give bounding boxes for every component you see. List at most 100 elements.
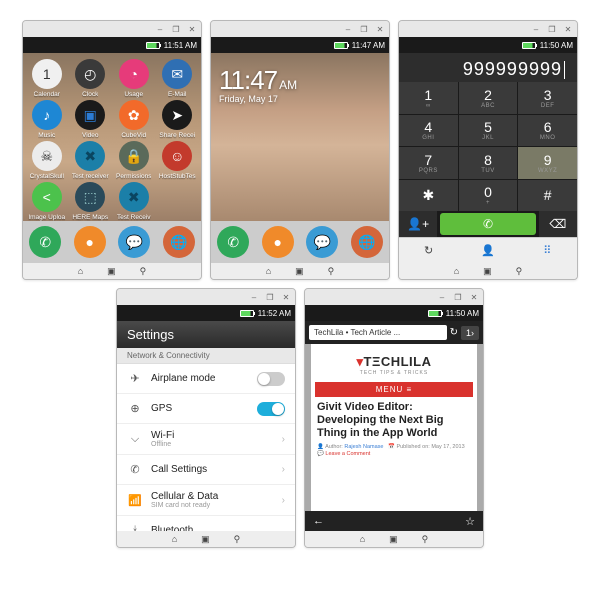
window-close-icon[interactable]: ✕ [375, 24, 385, 34]
reload-icon[interactable]: ↻ [450, 327, 458, 338]
lock-ampm: AM [279, 78, 297, 92]
dock-app[interactable]: 🌐 [351, 226, 383, 258]
dock-app[interactable]: 💬 [118, 226, 150, 258]
app-test-receiv[interactable]: ✖Test Receiv [112, 182, 156, 221]
app-e-mail[interactable]: ✉E-Mail [156, 59, 200, 98]
app-video[interactable]: ▣Video [69, 100, 113, 139]
app-image-uploa[interactable]: <Image Uploa [25, 182, 69, 221]
settings-row-call[interactable]: ✆ Call Settings › [117, 455, 295, 485]
app-icon: ◔ [119, 59, 149, 89]
app-label: Permissions [116, 173, 151, 180]
app-crystalskull[interactable]: ☠CrystalSkull [25, 141, 69, 180]
app-icon: ✖ [119, 182, 149, 212]
tab-recent[interactable]: ↻ [399, 237, 458, 263]
browser-back-button[interactable]: ← [313, 515, 324, 527]
app-test-receiver[interactable]: ✖Test receiver [69, 141, 113, 180]
url-bar[interactable]: TechLila • Tech Article ... [309, 325, 447, 340]
lockscreen-wallpaper[interactable]: 11:47AM Friday, May 17 [211, 53, 389, 221]
nav-pin-icon[interactable]: ⚲ [516, 266, 523, 277]
nav-pin-icon[interactable]: ⚲ [234, 534, 241, 545]
app-calendar[interactable]: 1Calendar [25, 59, 69, 98]
nav-back-icon[interactable]: ▣ [389, 534, 398, 545]
key-0[interactable]: 0+ [459, 180, 518, 212]
dock-app[interactable]: ● [262, 226, 294, 258]
tab-contacts[interactable]: 👤 [458, 237, 517, 263]
settings-row-cellular[interactable]: 📶 Cellular & DataSIM card not ready › [117, 485, 295, 516]
dock-app[interactable]: 💬 [306, 226, 338, 258]
nav-pin-icon[interactable]: ⚲ [328, 266, 335, 277]
nav-back-icon[interactable]: ▣ [483, 266, 492, 277]
settings-row-wifi[interactable]: ⌵ Wi-FiOffline › [117, 424, 295, 455]
nav-back-icon[interactable]: ▣ [201, 534, 210, 545]
bookmark-star-button[interactable]: ☆ [465, 515, 475, 528]
web-page[interactable]: ▾TΞCHLILA TECH TIPS & TRICKS MENU ≡ Givi… [305, 344, 483, 511]
delete-digit-button[interactable]: ⌫ [539, 211, 577, 237]
window-min-icon[interactable]: – [249, 292, 259, 302]
nav-pin-icon[interactable]: ⚲ [140, 266, 147, 277]
tab-keypad[interactable]: ⠿ [518, 237, 577, 263]
dock-app[interactable]: ✆ [29, 226, 61, 258]
nav-back-icon[interactable]: ▣ [295, 266, 304, 277]
window-min-icon[interactable]: – [155, 24, 165, 34]
nav-home-icon[interactable]: ⌂ [360, 534, 365, 544]
app-icon: 1 [32, 59, 62, 89]
app-icon: 🔒 [119, 141, 149, 171]
app-cubevid[interactable]: ✿CubeVid [112, 100, 156, 139]
window-max-icon[interactable]: ❐ [547, 24, 557, 34]
app-icon: < [32, 182, 62, 212]
key-#[interactable]: # [518, 180, 577, 212]
settings-row-gps[interactable]: ⊕ GPS [117, 394, 295, 424]
wifi-icon: ⌵ [127, 433, 143, 446]
window-close-icon[interactable]: ✕ [563, 24, 573, 34]
call-button[interactable]: ✆ [440, 213, 536, 235]
app-icon: ✉ [162, 59, 192, 89]
window-close-icon[interactable]: ✕ [187, 24, 197, 34]
key-8[interactable]: 8TUV [459, 147, 518, 179]
app-permissions[interactable]: 🔒 Permissions [112, 141, 156, 180]
nav-home-icon[interactable]: ⌂ [172, 534, 177, 544]
phone-browser: – ❐ ✕ 11:50 AM TechLila • Tech Article .… [304, 288, 484, 548]
nav-home-icon[interactable]: ⌂ [266, 266, 271, 276]
key-1[interactable]: 1∞ [399, 82, 458, 114]
dock-app[interactable]: ✆ [217, 226, 249, 258]
app-hoststubtes[interactable]: ☺HostStubTes [156, 141, 200, 180]
key-4[interactable]: 4GHI [399, 115, 458, 147]
window-max-icon[interactable]: ❐ [265, 292, 275, 302]
key-2[interactable]: 2ABC [459, 82, 518, 114]
app-usage[interactable]: ◔Usage [112, 59, 156, 98]
nav-back-icon[interactable]: ▣ [107, 266, 116, 277]
window-min-icon[interactable]: – [437, 292, 447, 302]
app-here-maps[interactable]: ⬚HERE Maps [69, 182, 113, 221]
app-label: Music [38, 132, 55, 139]
window-min-icon[interactable]: – [343, 24, 353, 34]
app-music[interactable]: ♪Music [25, 100, 69, 139]
nav-home-icon[interactable]: ⌂ [454, 266, 459, 276]
site-menu-button[interactable]: MENU ≡ [315, 382, 473, 397]
settings-row-bluetooth[interactable]: ᚼ Bluetooth [117, 516, 295, 531]
key-✱[interactable]: ✱ [399, 180, 458, 212]
key-6[interactable]: 6MNO [518, 115, 577, 147]
key-3[interactable]: 3DEF [518, 82, 577, 114]
signal-icon: 📶 [127, 494, 143, 507]
settings-row-airplane[interactable]: ✈ Airplane mode [117, 364, 295, 394]
key-9[interactable]: 9WXYZ [518, 147, 577, 179]
window-max-icon[interactable]: ❐ [359, 24, 369, 34]
window-max-icon[interactable]: ❐ [453, 292, 463, 302]
key-5[interactable]: 5JKL [459, 115, 518, 147]
add-contact-button[interactable]: 👤+ [399, 211, 437, 237]
app-share-recei[interactable]: ➤Share Recei [156, 100, 200, 139]
nav-home-icon[interactable]: ⌂ [78, 266, 83, 276]
nav-pin-icon[interactable]: ⚲ [422, 534, 429, 545]
window-min-icon[interactable]: – [531, 24, 541, 34]
tab-count-button[interactable]: 1› [461, 326, 479, 340]
window-close-icon[interactable]: ✕ [281, 292, 291, 302]
app-label: Video [82, 132, 99, 139]
window-close-icon[interactable]: ✕ [469, 292, 479, 302]
gps-toggle[interactable] [257, 402, 285, 416]
airplane-toggle[interactable] [257, 372, 285, 386]
key-7[interactable]: 7PQRS [399, 147, 458, 179]
dock-app[interactable]: ● [74, 226, 106, 258]
app-clock[interactable]: ◴Clock [69, 59, 113, 98]
window-max-icon[interactable]: ❐ [171, 24, 181, 34]
dock-app[interactable]: 🌐 [163, 226, 195, 258]
